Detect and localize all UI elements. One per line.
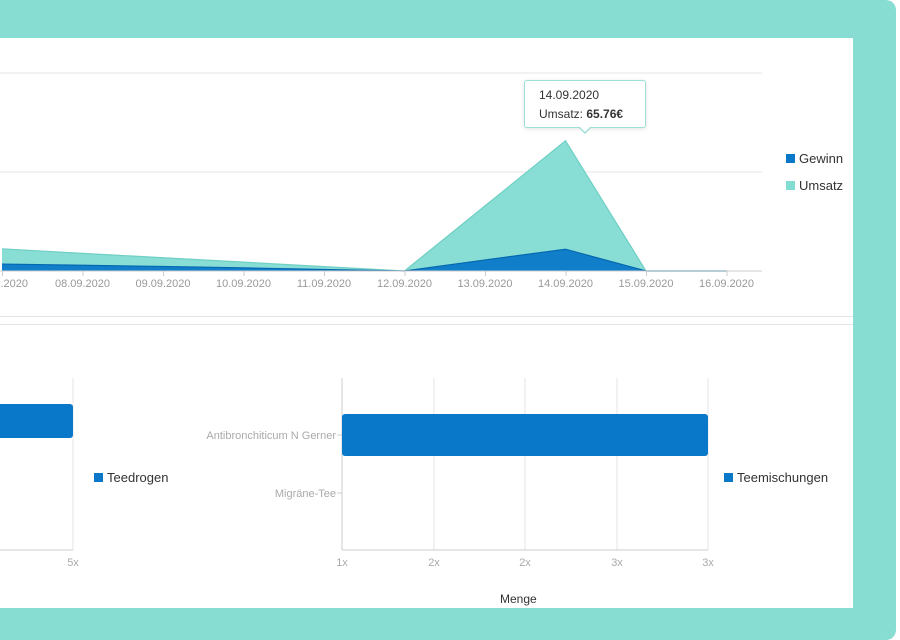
tooltip-label: Umsatz: [539,107,587,121]
x-tick-label-1: 08.09.2020 [55,278,110,290]
legend-teemischungen[interactable]: Teemischungen [724,470,828,485]
y-tick-label-right-1: Migräne-Tee [275,488,336,500]
bar-teedrogen [0,404,73,438]
x-tick-label-4: 11.09.2020 [297,278,351,290]
bar-chart-teemischungen: Antibronchiticum N Gerner Migräne-Tee 1x 2x… [206,378,714,569]
x-tick-label-right-1: 2x [428,557,440,569]
x-tick-label-3: 10.09.2020 [216,278,271,290]
area-chart: .7.09.2020 08.09.2020 09.09.2020 10.09.2020… [0,72,762,290]
x-tick-label-5: 12.09.2020 [377,278,432,290]
legend-gewinn-swatch [786,154,795,163]
section-divider-2 [0,324,853,325]
series-umsatz-area [2,140,727,271]
legend-teedrogen-swatch [94,473,103,482]
x-tick-label-right-3: 3x [611,557,623,569]
tooltip-date: 14.09.2020 [539,88,600,102]
x-tick-label-9: 16.09.2020 [699,278,754,290]
x-tick-label-8: 15.09.2020 [618,278,673,290]
legend-teemischungen-swatch [724,473,733,482]
tooltip-value: 65.76€ [586,107,624,121]
tooltip-arrow-fill [579,126,591,132]
chart-tooltip: 14.09.2020 Umsatz: 65.76€ [524,80,646,134]
tooltip-value-line: Umsatz: 65.76€ [539,107,623,121]
x-axis-title-menge: Menge [500,592,537,606]
bar-teemischungen-0 [342,414,708,456]
x-tick-label-right-2: 2x [519,557,531,569]
legend-gewinn[interactable]: Gewinn [786,151,843,166]
section-divider-1 [0,316,853,317]
legend-umsatz[interactable]: Umsatz [786,178,843,193]
x-tick-label-right-0: 1x [336,557,348,569]
x-tick-label-7: 14.09.2020 [538,278,593,290]
legend-umsatz-label: Umsatz [799,178,844,193]
x-tick-label-6: 13.09.2020 [457,278,512,290]
legend-umsatz-swatch [786,181,795,190]
legend-teemischungen-label: Teemischungen [737,470,829,485]
x-tick-label-2: 09.09.2020 [135,278,190,290]
x-tick-label-left-0: 5x [67,557,79,569]
legend-gewinn-label: Gewinn [799,151,844,166]
x-tick-label-0: .7.09.2020 [0,278,28,290]
legend-teedrogen[interactable]: Teedrogen [94,470,168,485]
y-tick-label-right-0: Antibronchiticum N Gerner [206,430,336,442]
x-tick-label-right-4: 3x [702,557,714,569]
legend-teedrogen-label: Teedrogen [107,470,169,485]
